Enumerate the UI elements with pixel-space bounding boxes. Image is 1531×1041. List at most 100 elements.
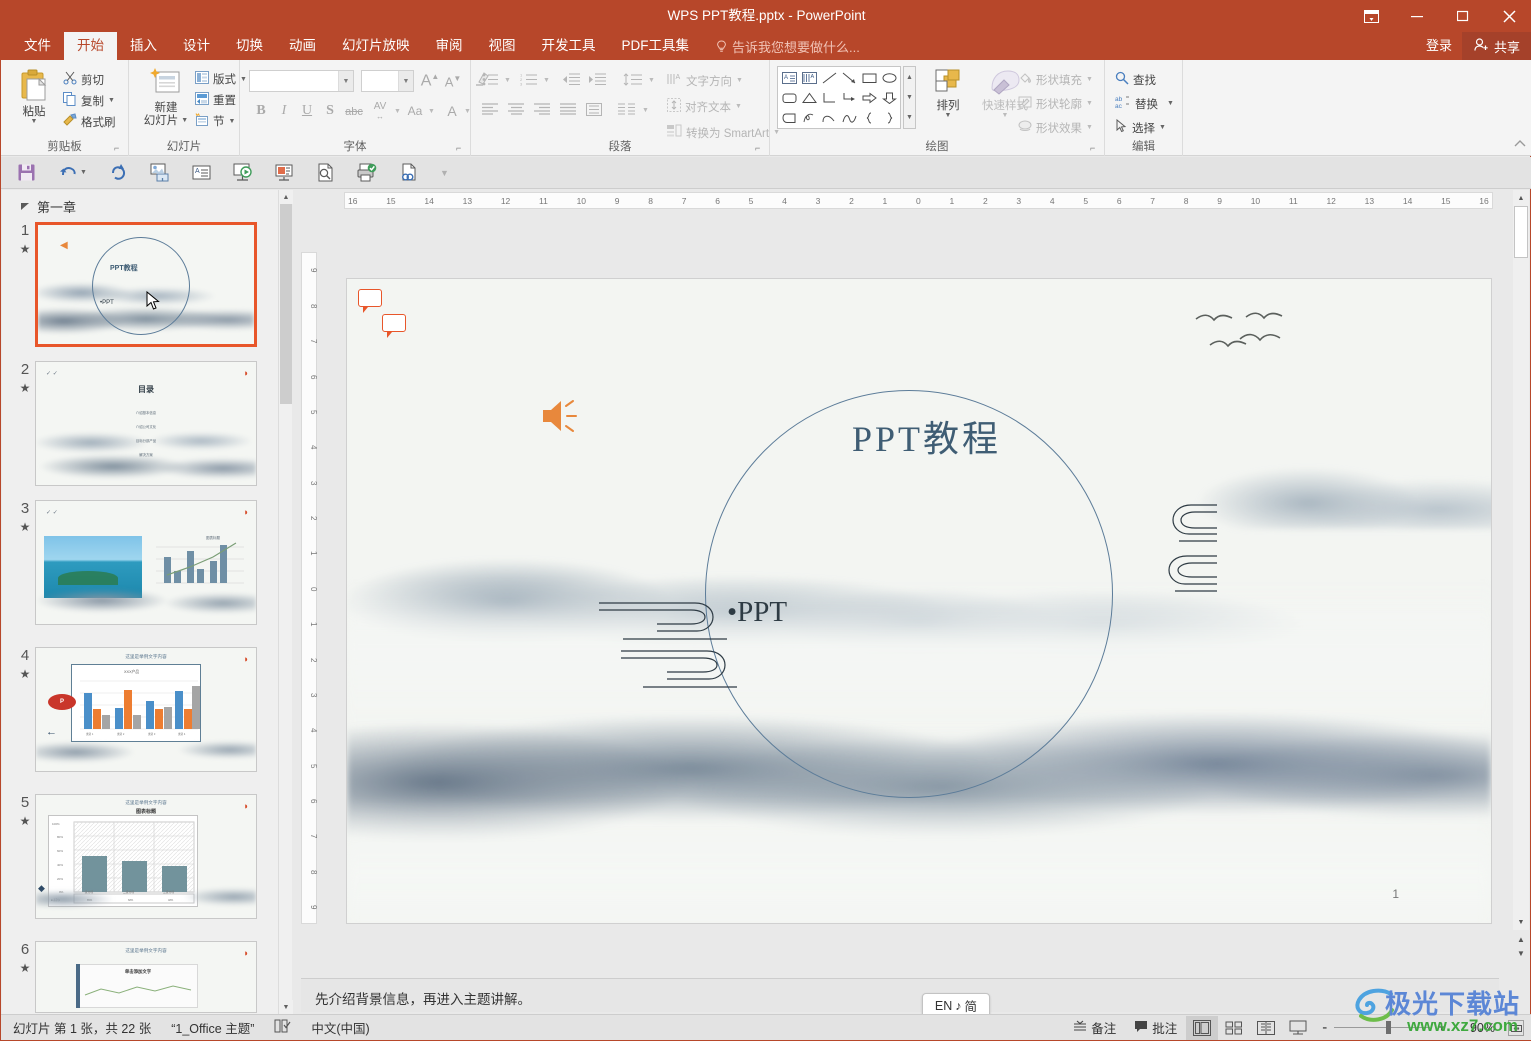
language-status[interactable]: 中文(中国) [311, 1018, 369, 1037]
clipboard-dialog-launcher[interactable]: ⌐ [114, 143, 124, 153]
zoom-in-button[interactable]: + [1437, 1019, 1446, 1036]
replace-dropdown-caret[interactable]: ▼ [1167, 100, 1174, 107]
bold-button[interactable]: B [251, 101, 271, 121]
shape-rounded-rectangle-icon[interactable] [779, 88, 799, 108]
reading-view-button[interactable] [1250, 1016, 1282, 1040]
bullets-dropdown-caret[interactable]: ▼ [504, 77, 511, 84]
change-case-dropdown-caret[interactable]: ▼ [428, 108, 435, 115]
align-left-button[interactable] [479, 100, 501, 118]
shape-left-brace-icon[interactable] [859, 108, 879, 128]
undo-button[interactable]: ▼ [58, 163, 87, 182]
section-collapse-icon[interactable] [20, 199, 30, 214]
italic-button[interactable]: I [274, 101, 294, 121]
reset-button[interactable]: 重置 [195, 92, 236, 108]
align-text-button[interactable]: 对齐文本 ▼ [667, 98, 742, 115]
shape-outline-button[interactable]: 形状轮廓 ▼ [1018, 95, 1093, 112]
sign-in-link[interactable]: 登录 [1416, 32, 1462, 60]
character-spacing-dropdown-caret[interactable]: ▼ [394, 108, 401, 115]
tab-animations[interactable]: 动画 [276, 32, 329, 60]
from-beginning-button[interactable] [233, 163, 253, 182]
shape-curve-icon[interactable] [819, 108, 839, 128]
arrange-dropdown-caret[interactable]: ▼ [945, 112, 952, 119]
canvas-scroll-down-icon[interactable]: ▼ [1513, 914, 1529, 930]
shape-vertical-text-box-icon[interactable]: A [799, 68, 819, 88]
thumbnail-scroll-up-icon[interactable]: ▲ [279, 190, 293, 204]
from-current-slide-button[interactable] [275, 163, 294, 182]
tab-view[interactable]: 视图 [476, 32, 529, 60]
shapes-gallery-more-icon[interactable]: ▼ [904, 108, 915, 128]
character-spacing-button[interactable]: AV ↔ [368, 100, 392, 122]
thumbnail-slide-1[interactable]: PPT教程 •PPT ◀ [35, 222, 257, 347]
font-dialog-launcher[interactable]: ⌐ [456, 143, 466, 153]
collapse-ribbon-button[interactable] [1514, 139, 1526, 152]
copy-button[interactable]: 复制 ▼ [63, 92, 115, 109]
new-slide-dropdown-caret[interactable]: ▼ [181, 115, 188, 127]
thumbnail-slide-2[interactable]: 目录 介绍基本信息 介绍公司文化 目标分部产品 解决方案 ◑ ✓ ✓ [35, 361, 257, 486]
shape-folded-corner-icon[interactable] [779, 108, 799, 128]
align-center-button[interactable] [505, 100, 527, 118]
undo-dropdown-caret[interactable]: ▼ [80, 169, 87, 176]
tab-review[interactable]: 审阅 [423, 32, 476, 60]
shapes-gallery[interactable]: A A [777, 66, 901, 129]
tab-pdf-tools[interactable]: PDF工具集 [609, 32, 703, 60]
shape-rectangle-icon[interactable] [859, 68, 879, 88]
canvas-scroll-thumb[interactable] [1514, 206, 1528, 258]
section-dropdown-caret[interactable]: ▼ [229, 118, 236, 125]
drawing-dialog-launcher[interactable]: ⌐ [1090, 143, 1100, 153]
slideshow-view-button[interactable] [1282, 1016, 1314, 1040]
previous-slide-button[interactable]: ▲ [1513, 932, 1529, 946]
minimize-button[interactable] [1394, 0, 1440, 32]
comment-marker-2[interactable] [382, 314, 406, 338]
shape-elbow-connector-icon[interactable] [819, 88, 839, 108]
notes-toggle-button[interactable]: 备注 [1064, 1015, 1125, 1041]
change-case-button[interactable]: Aa [404, 102, 426, 120]
slide-count-status[interactable]: 幻灯片 第 1 张，共 22 张 [13, 1018, 151, 1037]
bullets-button[interactable] [479, 70, 501, 88]
slide-subtitle-text[interactable]: •PPT [727, 596, 787, 629]
shape-fill-dropdown-caret[interactable]: ▼ [1086, 76, 1093, 83]
zoom-out-button[interactable]: - [1322, 1019, 1327, 1036]
next-slide-button[interactable]: ▼ [1513, 946, 1529, 960]
shapes-gallery-scroll-up-icon[interactable]: ▲ [904, 67, 915, 87]
replace-button[interactable]: ab ac 替换 ▼ [1115, 95, 1174, 112]
tab-slideshow[interactable]: 幻灯片放映 [329, 32, 423, 60]
tab-transitions[interactable]: 切换 [223, 32, 276, 60]
align-text-dropdown-caret[interactable]: ▼ [735, 103, 742, 110]
thumbnail-scroll-down-icon[interactable]: ▼ [279, 1000, 293, 1014]
zoom-slider-knob[interactable] [1386, 1021, 1392, 1034]
select-dropdown-caret[interactable]: ▼ [1159, 124, 1166, 131]
maximize-button[interactable] [1440, 0, 1486, 32]
grow-font-button[interactable]: A▲ [420, 71, 440, 91]
thumbnail-slide-6[interactable]: 这里是举例文字内容 单击添加文字 ◑ [35, 941, 257, 1013]
justify-button[interactable] [557, 100, 579, 118]
slide-sorter-view-button[interactable] [1218, 1016, 1250, 1040]
thumbnail-slide-3[interactable]: 图表标题 ◑ ✓ ✓ [35, 500, 257, 625]
shape-elbow-arrow-connector-icon[interactable] [839, 88, 859, 108]
thumbnail-pane-scrollbar[interactable]: ▲ ▼ [278, 190, 293, 1014]
save-button[interactable] [17, 163, 36, 182]
shape-arc-icon[interactable] [839, 108, 859, 128]
shape-right-arrow-icon[interactable] [859, 88, 879, 108]
thumbnail-item[interactable]: 6 ★ 这里是举例文字内容 单击添加文字 ◑ [2, 941, 278, 1014]
slide-editing-surface[interactable]: PPT教程 •PPT 1 [346, 278, 1492, 924]
font-color-button[interactable]: A [443, 101, 461, 121]
speaker-audio-icon[interactable] [541, 397, 583, 440]
find-button[interactable]: 查找 [1115, 71, 1156, 88]
new-slide-button[interactable]: 新建 幻灯片 ▼ [140, 68, 192, 127]
normal-view-button[interactable] [1186, 1015, 1219, 1040]
quick-print-button[interactable] [357, 163, 377, 182]
comments-toggle-button[interactable]: 批注 [1125, 1015, 1186, 1041]
shape-right-brace-icon[interactable] [879, 108, 899, 128]
copy-dropdown-caret[interactable]: ▼ [108, 97, 115, 104]
tab-insert[interactable]: 插入 [117, 32, 170, 60]
underline-button[interactable]: U [297, 101, 317, 121]
strikethrough-button[interactable]: abc [343, 103, 365, 121]
shape-effects-button[interactable]: 形状效果 ▼ [1018, 119, 1093, 136]
font-color-dropdown-caret[interactable]: ▼ [464, 108, 471, 115]
numbering-button[interactable]: 123 [518, 70, 540, 88]
comment-marker-1[interactable] [358, 289, 382, 313]
thumbnail-item[interactable]: 5 ★ 这里是举例文字内容 图表标题 100%80% 60%40% 20%0 [2, 794, 278, 941]
select-button[interactable]: 选择 ▼ [1115, 118, 1166, 136]
shape-scribble-icon[interactable] [799, 108, 819, 128]
align-right-button[interactable] [531, 100, 553, 118]
